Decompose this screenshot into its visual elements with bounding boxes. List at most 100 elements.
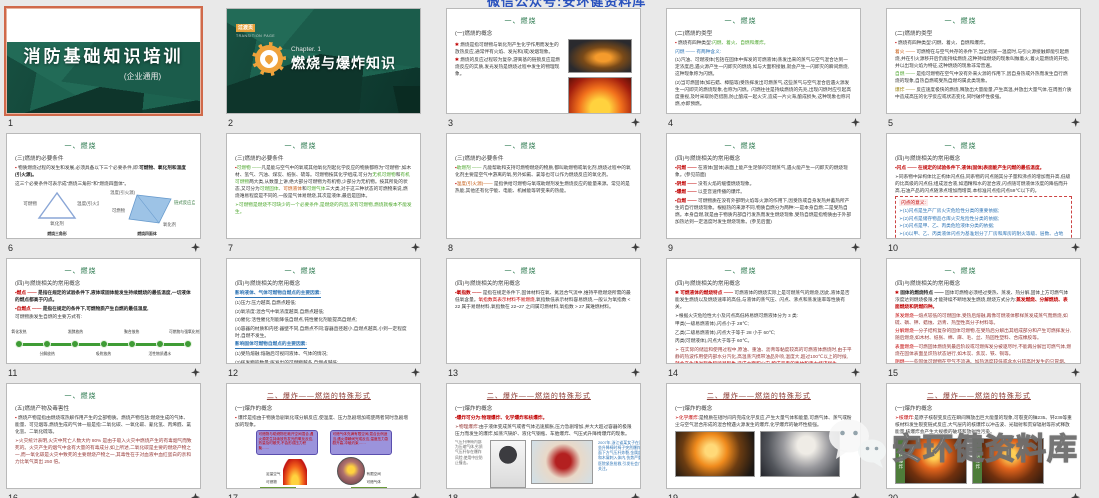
animation-star-icon [1071,493,1080,498]
slide-thumbnail-7[interactable]: 一、燃烧(三)燃烧的必要条件▪可燃物 ——凡是能与空气中的氧或其他氧化剂起化学反… [226,133,421,239]
text-line: ▪助燃剂 —— 凡能帮助和支持可燃物燃烧的物质,都叫助燃物或氧化剂,燃烧过程中的… [455,164,632,178]
text-run: ➣物理爆炸: [455,424,479,429]
text-run: 一些固体可燃物在空气不流通、加热温度较低或含水分较高时发生的只冒烟、无火焰的燃烧… [895,359,1068,363]
svg-text:可燃物: 可燃物 [112,207,126,214]
slide-cell: 一、燃烧(四)与燃烧相关的常用概念▪闪燃 —— 在液体(固体)表面上能产生足够的… [666,133,863,258]
slide-label-row: 13 [446,364,643,381]
text-line: (1)压力:压力越高,自燃点越低; [235,299,412,306]
animation-star-icon [631,368,640,377]
slide-body: ✱ 固体的燃烧特点 —— 固体可燃物必须经过受热、蒸发、热分解,固体上方可燃气体… [895,289,1072,363]
slide-thumbnail-15[interactable]: 一、燃烧(四)与燃烧相关的常用概念✱ 固体的燃烧特点 —— 固体可燃物必须经过受… [886,258,1081,364]
text-run: 自燃 —— [895,71,916,76]
text-line: 着火 —— 可燃物在与空气共存的条件下,当达到某一温度时,与引火源接触即能引起燃… [895,48,1072,69]
slide-canvas: 一、燃烧(四)与燃烧相关的常用概念▪闪燃 —— 在液体(固体)表面上能产生足够的… [667,134,860,238]
slide-label-row: 11 [6,364,203,381]
slide-thumbnail-18[interactable]: 二、爆炸——燃烧的特殊形式(一)爆炸的概念▪爆炸可分为:物理爆炸、化学爆炸和核爆… [446,383,641,489]
news-text-block: 2007年,浙江省某女子在家中坐升降椅时椅子突然爆炸,椅面下方气压杆炸裂,金属部… [598,440,640,488]
slide-canvas: 一、燃烧(四)与燃烧相关的常用概念✱ 可燃液体的燃烧特点 —— 可燃液体的燃烧实… [667,259,860,363]
figure-caption: 燃烧三角形 [15,231,99,237]
slide-thumbnail-13[interactable]: 一、燃烧(四)与燃烧相关的常用概念▪氧指数 —— 是指在规定条件下,固体材料在氧… [446,258,641,364]
timeline-label: 发酵放热 [68,330,83,336]
slide-thumbnail-6[interactable]: 一、燃烧(三)燃烧的必要条件▪ 物质燃烧过程的发生和发展,必须具备以下三个必要条… [6,133,201,239]
slide-section-subtitle: (四)与燃烧相关的常用概念 [235,279,412,287]
combustion-labels: 足量空气可燃物 [266,472,280,485]
slide-thumbnail-12[interactable]: 一、燃烧(四)与燃烧相关的常用概念影响液体、气体可燃物自燃点的主要因素:(1)压… [226,258,421,364]
slide-thumbnail-10[interactable]: 一、燃烧(四)与燃烧相关的常用概念▪闪点 —— 在规定的试验条件下,液体(固体)… [886,133,1081,239]
text-run: 氧指数高表示材料不易燃烧, [478,297,536,302]
slide-label-row: 19 [666,489,863,498]
animation-star-icon [191,243,200,252]
text-line: (3)催化:活性催化剂能降低自燃点,钝性催化剂能提高自燃点; [235,316,412,323]
flashpoint-significance-box: 闪点的意义:➣(1)闪点是生产厂房火灾危险性分类的重要依据;➣(2)闪点是储存物… [895,196,1072,238]
text-line: ▪爆燃 —— 以亚音速传播的爆炸。 [675,188,852,195]
slide-label-row: 2 [226,114,423,131]
slide-cell: 过渡页TRANSITION PAGEChapter. 1燃烧与爆炸知识2 [226,8,423,133]
text-run: 影响液体、气体可燃物自燃点的主要因素: [235,289,321,298]
slide-canvas: 二、爆炸——燃烧的特殊形式(一)爆炸的概念▪ 爆炸是指由于物质急剧氧化或分解反应… [227,384,420,488]
slide-body: ▪燃点 —— 是指在规定的试验条件下,液体或固体能发生持续燃烧的最低温度,一切液… [15,289,192,362]
slide-thumbnail-14[interactable]: 一、燃烧(四)与燃烧相关的常用概念✱ 可燃液体的燃烧特点 —— 可燃液体的燃烧实… [666,258,861,364]
text-run: 甲类(一级易燃液体),闪点小于 28℃; [675,321,749,326]
animation-star-icon [1071,118,1080,127]
text-run: 没有火焰的缓慢燃烧现象。 [698,181,754,186]
slide-cell: 一、燃烧(五)燃烧产物及毒害性▪ 燃烧产物是指由燃烧或热解作用产生的全部物质。燃… [6,383,203,498]
explosion-graphic [337,457,365,485]
slide-thumbnail-11[interactable]: 一、燃烧(四)与燃烧相关的常用概念▪燃点 —— 是指在规定的试验条件下,液体或固… [6,258,201,364]
svg-text:可燃物: 可燃物 [23,200,37,207]
slide-body: ▪爆炸可分为:物理爆炸、化学爆炸和核爆炸。➣物理爆炸:由于液体变成蒸气或者气体迅… [455,414,632,488]
slide-thumbnail-9[interactable]: 一、燃烧(四)与燃烧相关的常用概念▪闪燃 —— 在液体(固体)表面上能产生足够的… [666,133,861,239]
slide-thumbnail-1[interactable]: 消防基础知识培训(企业通用) [6,8,201,114]
slide-grid: 消防基础知识培训(企业通用)1 过渡页TRANSITION PAGEChapter… [0,0,1099,498]
text-line: 乙类(二级易燃液体),闪点大于等于 28 小于 60℃; [675,329,852,336]
slide-thumbnail-8[interactable]: 一、燃烧(三)燃烧的必要条件▪助燃剂 —— 凡能帮助和支持可燃物燃烧的物质,都叫… [446,133,641,239]
slide-header: 一、燃烧 [505,141,632,151]
text-run: 可燃液体 [283,186,302,191]
slide-label-row: 15 [886,364,1083,381]
slide-cell: 一、燃烧(二)燃烧的类型▪ 燃烧有四种类型:闪燃、着火、自燃和爆炸。闪燃 —— … [666,8,863,133]
mushroom-cloud-photo: 核爆炸 [972,438,1044,484]
slide-thumbnail-4[interactable]: 一、燃烧(二)燃烧的类型▪ 燃烧有四种类型:闪燃、着火、自燃和爆炸。闪燃 —— … [666,8,861,114]
slide-thumbnail-19[interactable]: 二、爆炸——燃烧的特殊形式(一)爆炸的概念➣化学爆炸:是物质在短时间内完成化学反… [666,383,861,489]
text-run: 是物质在短时间内完成化学反应,产生大量气体和能量,可燃气体、蒸气或粉尘与空气混合… [675,415,852,427]
text-line: 这三个必要条件可表示成“燃烧三角形”和“燃烧四面体”。 [15,180,192,187]
diagram-middle-row: 足量空气可燃物有限空间可燃气体 [266,457,381,485]
slide-label-row: 1 [6,114,203,131]
timeline-node [71,340,79,348]
clipped-banner-text: 微信公众号:安环健资料库 [487,0,697,7]
slide-label-row: 5 [886,114,1083,131]
slide-thumbnail-16[interactable]: 一、燃烧(五)燃烧产物及毒害性▪ 燃烧产物是指由燃烧或热解作用产生的全部物质。燃… [6,383,201,489]
slide-thumbnail-3[interactable]: 一、燃烧(一)燃烧的概念✱ 燃烧是指可燃物与氧化剂产生化学作用而发生的放热反应,… [446,8,641,114]
slide-cell: 二、爆炸——燃烧的特殊形式(一)爆炸的概念▪爆炸可分为:物理爆炸、化学爆炸和核爆… [446,383,643,498]
diagram-bottom-row: 燃 烧— 燃烧在一定条件下转化 →← 爆炸是瞬间的急剧燃烧 —爆 炸 [260,487,387,488]
slide-thumbnail-2[interactable]: 过渡页TRANSITION PAGEChapter. 1燃烧与爆炸知识 [226,8,421,114]
text-line: ➣可燃物是燃烧不可缺少的一个必要条件,是燃烧的内因,没有可燃物,燃烧就根本不能发… [235,201,412,215]
timeline-node [100,340,108,348]
text-run: 无机可燃物 [372,172,395,177]
slide-header: 二、爆炸——燃烧的特殊形式 [487,391,632,401]
slide-number: 9 [668,243,673,253]
slide-label-row: 16 [6,489,203,498]
text-line: ✱ 燃烧是指可燃物与氧化剂产生化学作用而发生的放热反应,通常伴有火焰、发光和(或… [455,41,563,55]
slide-thumbnail-20[interactable]: 二、爆炸——燃烧的特殊形式(一)爆炸的概念➣核爆炸:是原子核裂变反应在瞬间释放出… [886,383,1081,489]
text-line: ➣核爆炸:是原子核裂变反应在瞬间释放出巨大能量的现象,可裂变的铀235、钚239… [895,414,1072,435]
text-run: 爆炸 —— [895,87,916,92]
slide-section-subtitle: (三)燃烧的必要条件 [235,154,412,162]
box-title: 闪点的意义: [899,199,928,206]
text-run: 物质燃烧过程的发生和发展,必须具备以下三个必要条件,即: [18,165,139,170]
slide-body: ✱ 可燃液体的燃烧特点 —— 可燃液体的燃烧实际上是可燃蒸气的燃烧,因此,液体是… [675,289,852,363]
text-line: ➣火灾统计表明,火灾中死亡人数大约 80% 是由于吸入火灾中燃烧产生的有毒烟气而… [15,437,192,465]
text-line: (1)汽油、可燃液体(包括在固体中挥发的可燃液体)蒸发出来的蒸气与空气混合达到一… [675,56,852,77]
slide-body: ▪助燃剂 —— 凡能帮助和支持可燃物燃烧的物质,都叫助燃物或氧化剂,燃烧过程中的… [455,164,632,194]
timeline-label: 分解放热 [40,352,55,358]
slide-number: 15 [888,368,898,378]
slide-cell: 一、燃烧(三)燃烧的必要条件▪助燃剂 —— 凡能帮助和支持可燃物燃烧的物质,都叫… [446,133,643,258]
slide-thumbnail-17[interactable]: 二、爆炸——燃烧的特殊形式(一)爆炸的概念▪ 爆炸是指由于物质急剧氧化或分解反应… [226,383,421,489]
text-run: 由于液体变成蒸气或者气体迅速膨胀,压力急剧增加,并大大超过容器的极限压力而发生的… [455,424,632,436]
slide-number: 6 [8,243,13,253]
box-item: ➣(1)闪点是生产厂房火灾危险性分类的重要依据; [899,207,1068,214]
slide-canvas: 一、燃烧(四)与燃烧相关的常用概念影响液体、气体可燃物自燃点的主要因素:(1)压… [227,259,420,363]
slide-header: 二、爆炸——燃烧的特殊形式 [927,391,1072,401]
slide-thumbnail-5[interactable]: 一、燃烧(二)燃烧的类型▪ 燃烧有四种类型:闪燃、着火、自燃和爆炸。着火 —— … [886,8,1081,114]
slide-body: ➣核爆炸:是原子核裂变反应在瞬间释放出巨大能量的现象,可裂变的铀235、钚239… [895,414,1072,484]
text-line: 闪燃 —— 有两种含义: [675,48,852,55]
